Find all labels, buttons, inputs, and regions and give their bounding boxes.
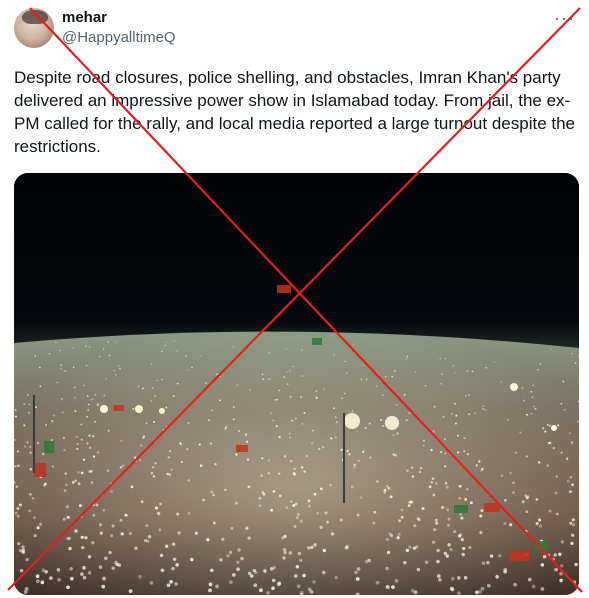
avatar[interactable] xyxy=(14,8,54,48)
tweet-photo[interactable] xyxy=(14,173,579,595)
tweet-card: mehar @HappyalltimeQ ··· Despite road cl… xyxy=(0,0,589,598)
tweet-text: Despite road closures, police shelling, … xyxy=(14,68,575,156)
crowd-rally-image xyxy=(14,173,579,595)
author-names: mehar @HappyalltimeQ xyxy=(62,8,176,48)
display-name[interactable]: mehar xyxy=(62,8,176,28)
user-handle[interactable]: @HappyalltimeQ xyxy=(62,28,176,48)
more-icon[interactable]: ··· xyxy=(554,8,575,28)
tweet-header: mehar @HappyalltimeQ xyxy=(14,8,176,48)
